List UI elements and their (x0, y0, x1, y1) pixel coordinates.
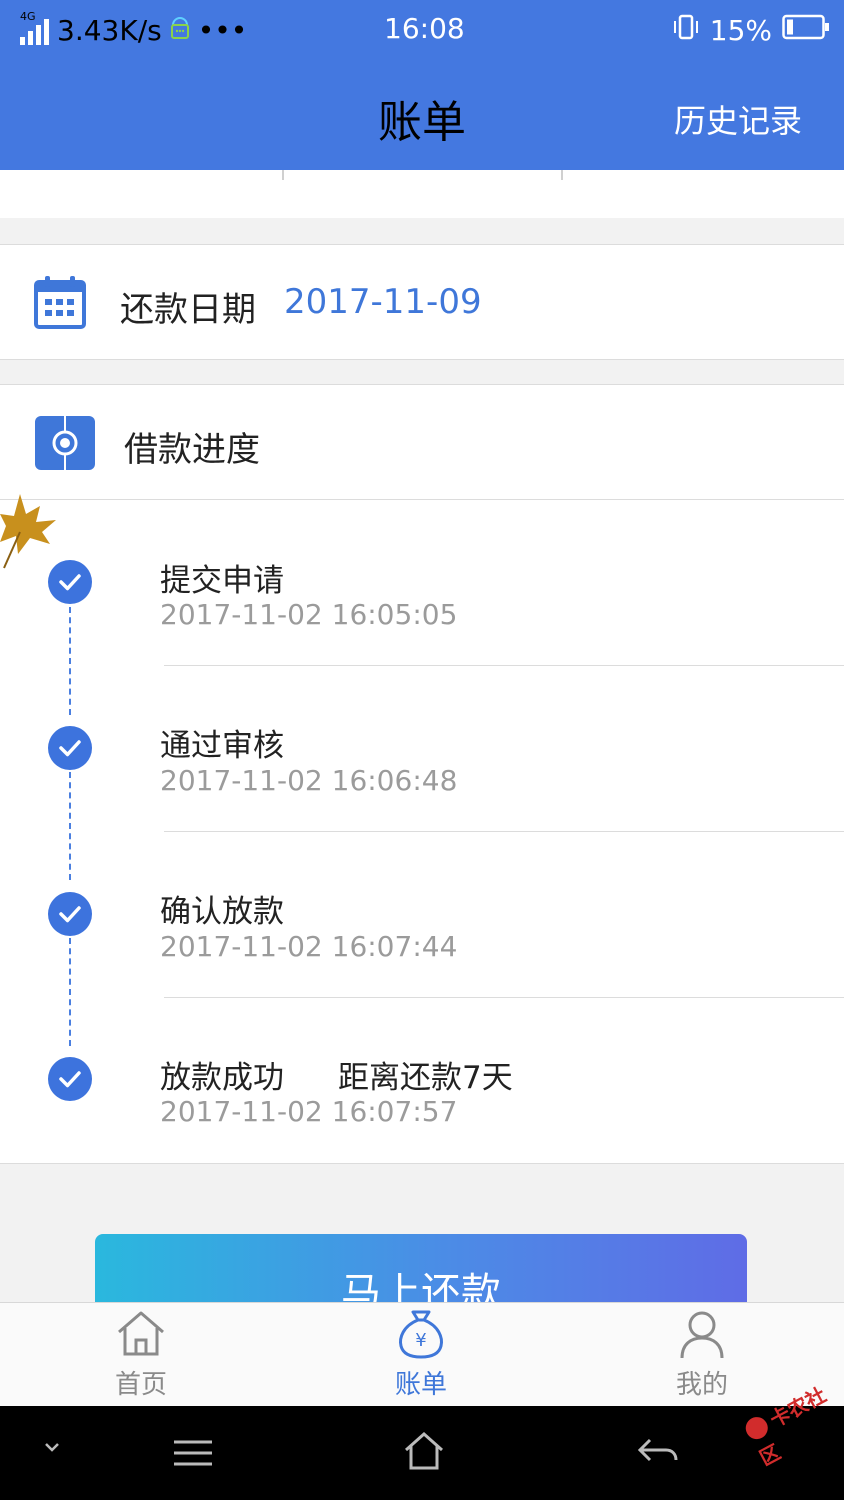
tab-mine[interactable]: 我的 (661, 1308, 743, 1401)
step-title: 确认放款 (160, 894, 284, 930)
step-title: 提交申请 (160, 563, 284, 599)
status-right: 15% (672, 10, 830, 50)
home-icon (118, 1311, 164, 1356)
signal-icon: 4G (20, 10, 49, 45)
tab-bill-label: 账单 (394, 1370, 447, 1400)
timeline-connector (69, 607, 71, 715)
status-left: 4G 3.43K/s ••• (20, 10, 247, 50)
vibrate-icon (672, 13, 700, 48)
collapse-icon[interactable] (40, 1440, 64, 1460)
summary-strip (0, 170, 844, 218)
strip-divider (561, 170, 563, 180)
divider (0, 499, 844, 500)
step-time: 2017-11-02 16:05:05 (160, 598, 458, 631)
repay-now-label: 马上还款 (341, 1270, 501, 1302)
step-title: 放款成功 (160, 1060, 284, 1096)
calendar-icon (34, 275, 86, 333)
strip-divider (282, 170, 284, 180)
menu-icon[interactable] (172, 1438, 214, 1472)
clock: 16:08 (384, 12, 465, 45)
step-divider (164, 665, 844, 666)
history-button[interactable]: 历史记录 (674, 96, 802, 142)
step-divider (164, 997, 844, 998)
progress-icon (35, 416, 95, 474)
battery-percent: 15% (709, 13, 772, 47)
battery-icon (782, 14, 830, 47)
user-icon (680, 1311, 724, 1359)
home-nav-icon[interactable] (402, 1430, 446, 1476)
network-speed: 3.43K/s (57, 13, 162, 47)
days-to-repay: 距离还款7天 (338, 1060, 513, 1096)
tab-mine-label: 我的 (675, 1370, 728, 1400)
tab-bill[interactable]: ¥ 账单 (380, 1308, 462, 1401)
step-title: 通过审核 (160, 728, 284, 764)
step-divider (164, 831, 844, 832)
chat-notification-icon (170, 13, 190, 48)
tab-home[interactable]: 首页 (100, 1308, 182, 1401)
check-icon (48, 892, 92, 936)
back-icon[interactable] (636, 1436, 678, 1472)
step-time: 2017-11-02 16:07:44 (160, 930, 458, 963)
tab-home-label: 首页 (114, 1370, 167, 1400)
more-notifications: ••• (197, 13, 248, 47)
timeline-connector (69, 772, 71, 880)
step-time: 2017-11-02 16:07:57 (160, 1095, 458, 1128)
check-icon (48, 726, 92, 770)
progress-title: 借款进度 (124, 430, 260, 470)
money-bag-icon: ¥ (399, 1310, 443, 1359)
timeline-connector (69, 938, 71, 1046)
repay-date-label: 还款日期 (120, 290, 256, 330)
check-icon (48, 1057, 92, 1101)
svg-text:¥: ¥ (415, 1330, 426, 1351)
repay-now-button[interactable]: 马上还款 (95, 1234, 747, 1302)
repay-date-value: 2017-11-09 (284, 282, 482, 322)
step-time: 2017-11-02 16:06:48 (160, 764, 458, 797)
maple-leaf-decoration (0, 492, 58, 574)
